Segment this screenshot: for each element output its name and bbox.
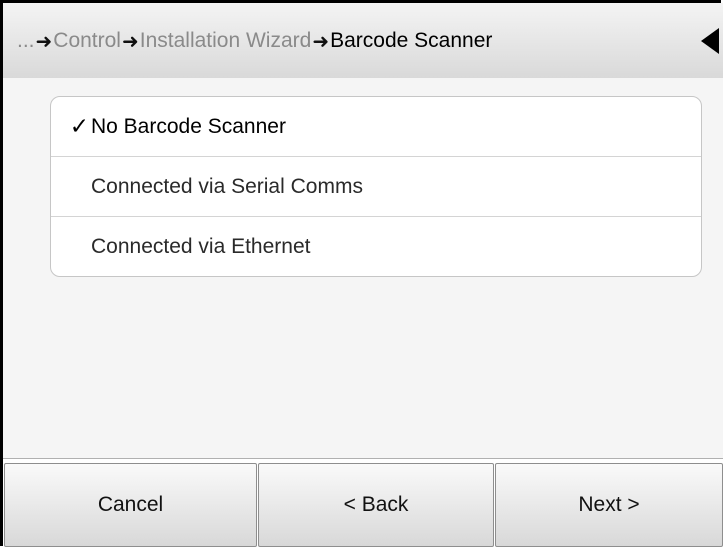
header-bar: ... ➜ Control ➜ Installation Wizard ➜ Ba… xyxy=(3,3,723,79)
breadcrumb-arrow-icon: ➜ xyxy=(35,30,53,53)
breadcrumb-item-installation-wizard[interactable]: Installation Wizard xyxy=(140,29,312,53)
option-label: No Barcode Scanner xyxy=(91,114,286,138)
checkmark-icon: ✓ xyxy=(69,113,89,139)
option-label: Connected via Serial Comms xyxy=(91,174,363,198)
cancel-button[interactable]: Cancel xyxy=(4,463,257,547)
back-button[interactable]: < Back xyxy=(258,463,494,547)
footer-button-bar: Cancel < Back Next > xyxy=(3,458,723,549)
left-triangle-icon[interactable] xyxy=(701,28,719,54)
breadcrumb-current: Barcode Scanner xyxy=(330,29,493,52)
option-no-barcode-scanner[interactable]: ✓ No Barcode Scanner xyxy=(51,97,701,156)
main-content: ✓ No Barcode Scanner Connected via Seria… xyxy=(3,78,723,458)
option-ethernet[interactable]: Connected via Ethernet xyxy=(51,216,701,276)
breadcrumb: ... ➜ Control ➜ Installation Wizard ➜ Ba… xyxy=(17,25,492,57)
breadcrumb-arrow-icon: ➜ xyxy=(312,30,330,53)
breadcrumb-item-control[interactable]: Control xyxy=(53,29,121,53)
option-serial-comms[interactable]: Connected via Serial Comms xyxy=(51,156,701,216)
next-button[interactable]: Next > xyxy=(495,463,723,547)
breadcrumb-arrow-icon: ➜ xyxy=(121,30,139,53)
option-list: ✓ No Barcode Scanner Connected via Seria… xyxy=(50,96,702,277)
option-label: Connected via Ethernet xyxy=(91,234,311,258)
breadcrumb-ellipsis[interactable]: ... xyxy=(17,29,35,53)
